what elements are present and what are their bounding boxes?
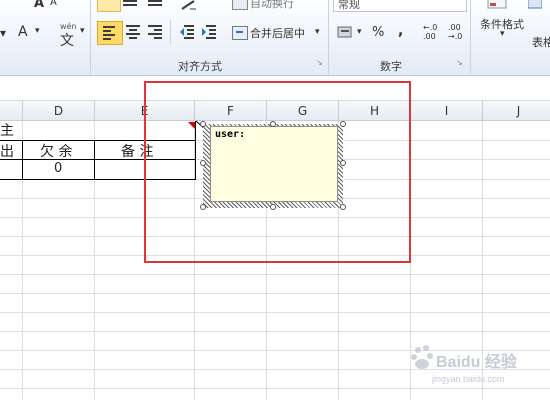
watermark: Baidu 经验 jingyan.baidu.com [410,344,540,390]
watermark-brand: Baidu 经验 [436,354,517,371]
watermark-url: jingyan.baidu.com [432,374,505,384]
highlight-rectangle [144,81,411,263]
